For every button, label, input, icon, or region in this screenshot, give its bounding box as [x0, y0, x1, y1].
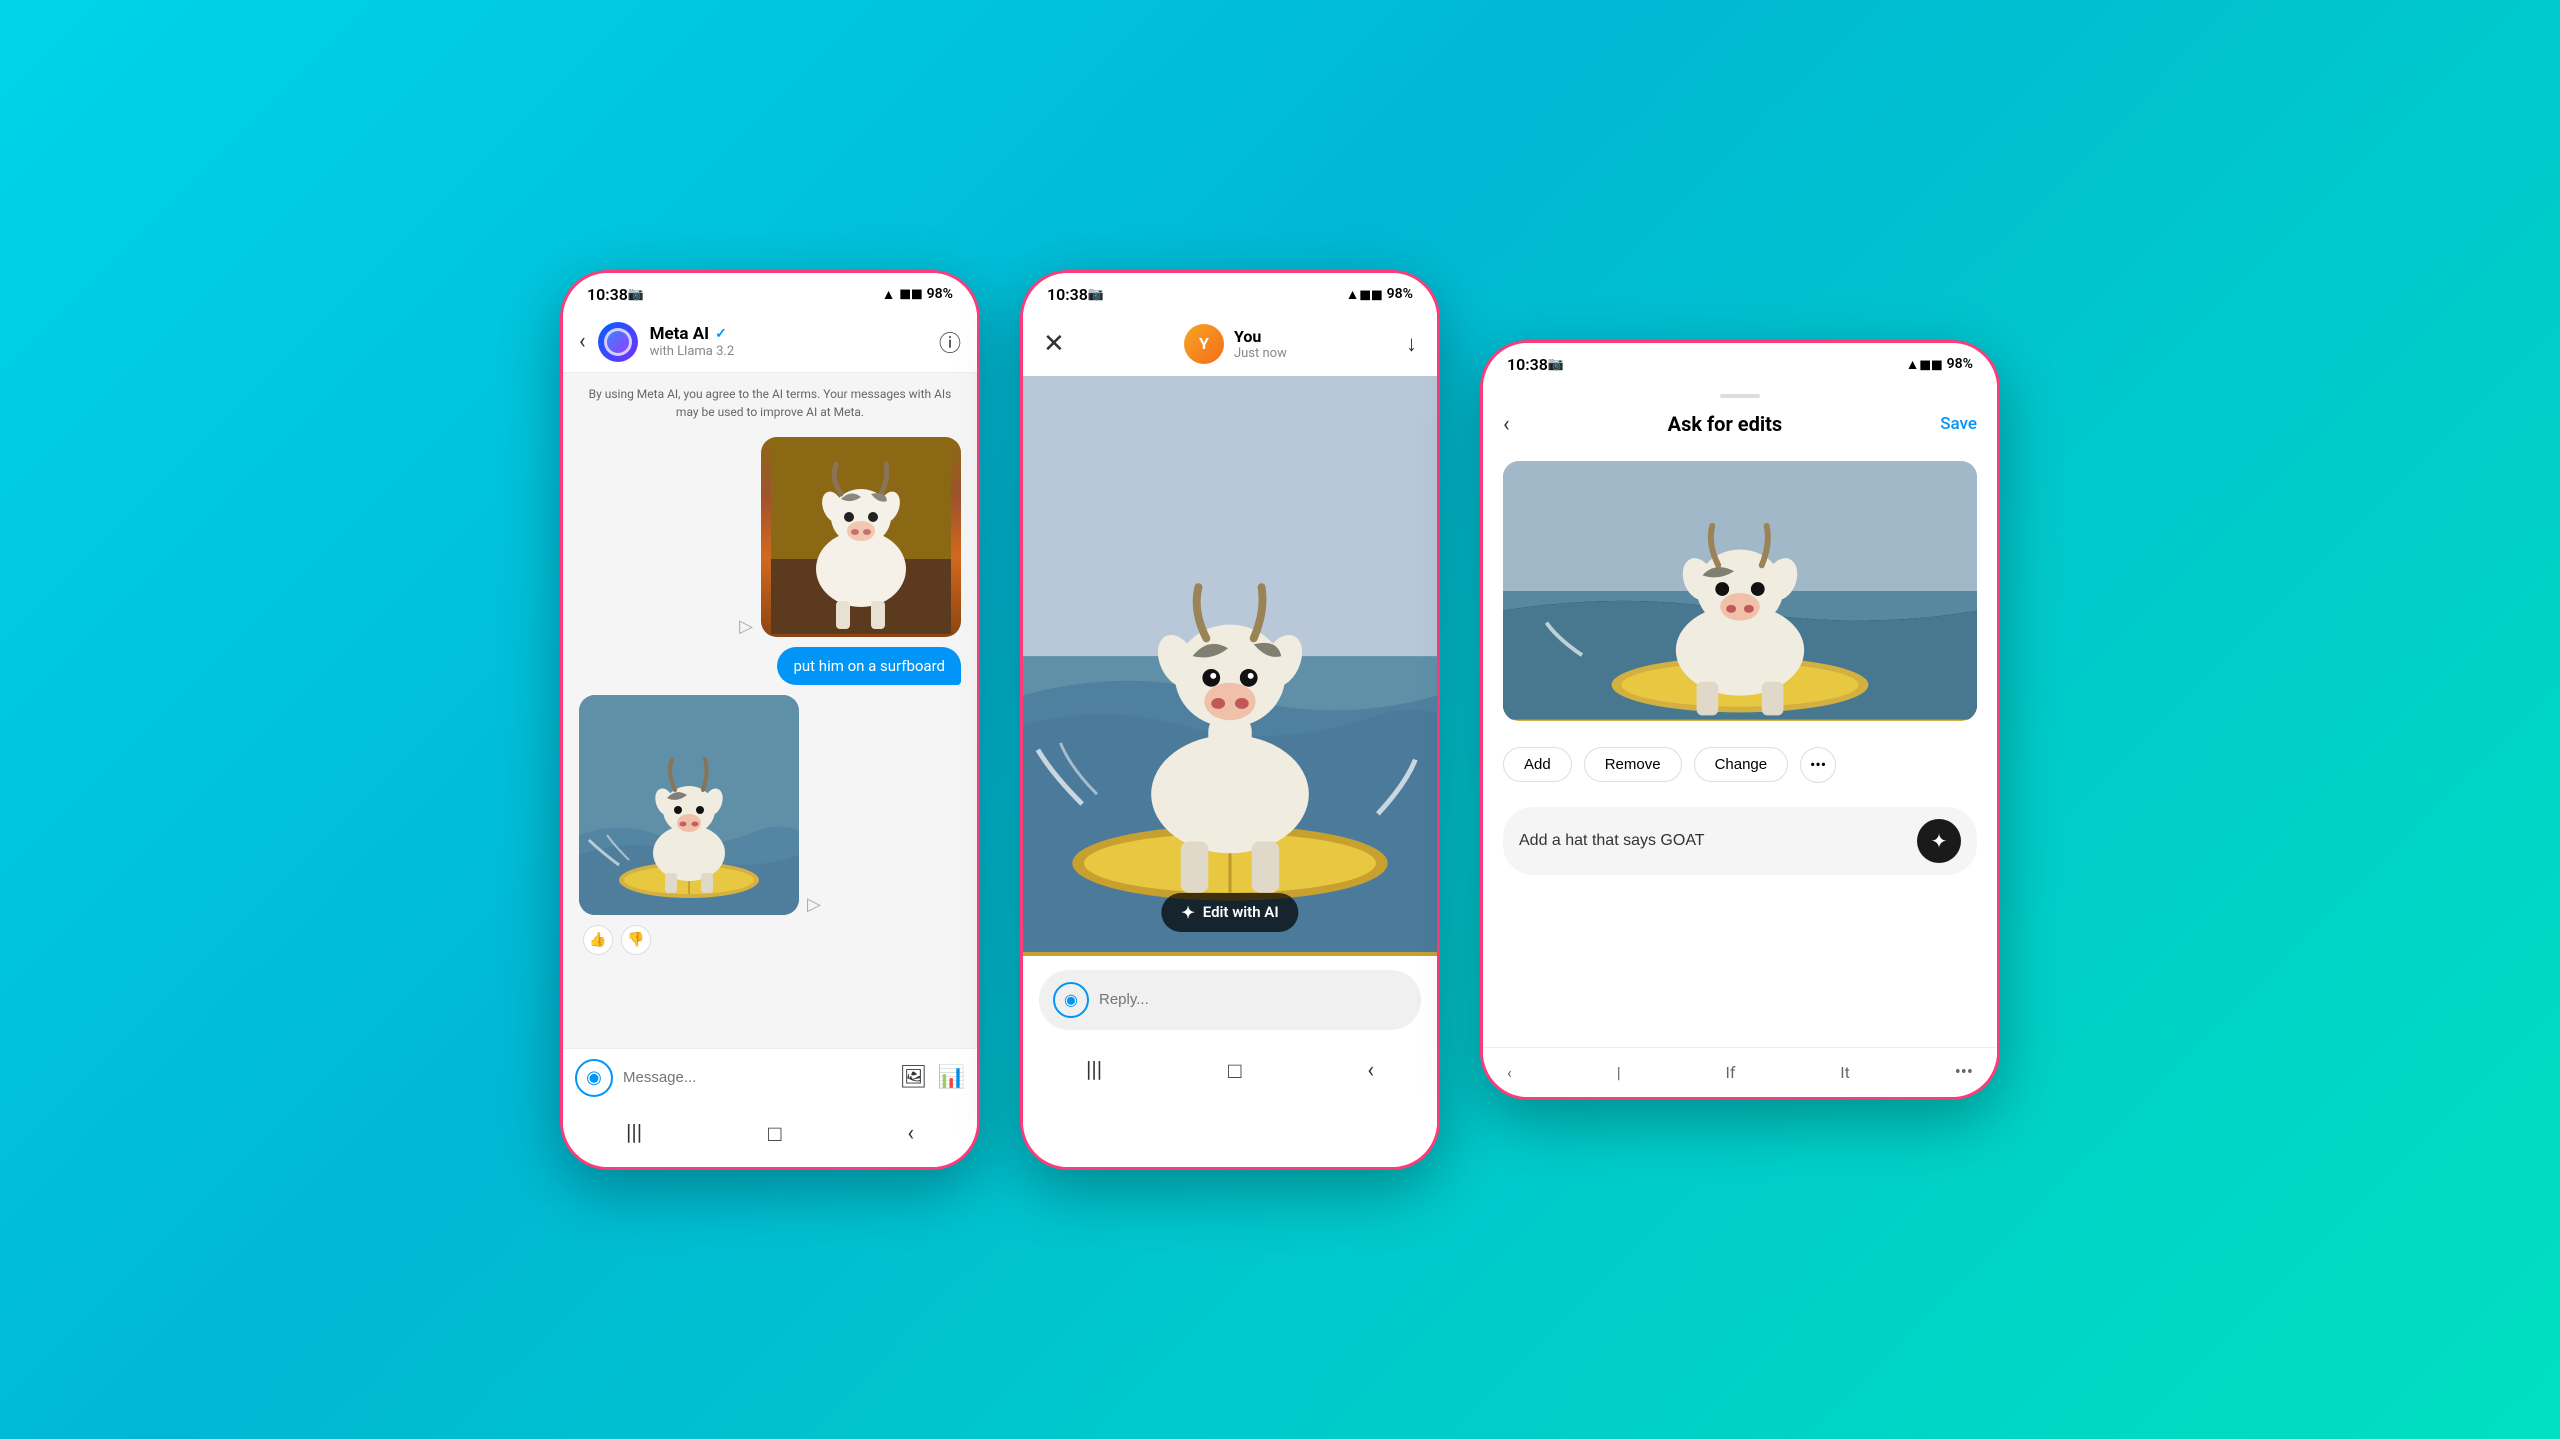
battery-3: 98%: [1947, 356, 1973, 372]
camera-button[interactable]: ◉: [575, 1059, 613, 1097]
status-bar-3: 10:38 📷 ▲◼◼ 98%: [1483, 343, 1997, 382]
edit-ai-icon: ✦: [1181, 903, 1194, 922]
nav-back-button[interactable]: ‹: [907, 1121, 914, 1146]
info-button[interactable]: ⓘ: [939, 326, 961, 358]
nav-menu-button[interactable]: |||: [626, 1121, 642, 1146]
fullview-image: ✦ Edit with AI: [1023, 376, 1437, 956]
signal-icon-2: ▲◼◼: [1346, 286, 1383, 303]
signal-icon-3: ▲◼◼: [1906, 356, 1943, 373]
nav-menu-button-2[interactable]: |||: [1086, 1058, 1102, 1083]
signal-icon-1: ▲: [882, 286, 896, 303]
chat-header: ‹ Meta AI ✓ with Llama 3.2 ⓘ: [563, 312, 977, 373]
surfboard-message-bubble: put him on a surfboard: [777, 647, 961, 685]
kb-cursor-item[interactable]: |: [1617, 1063, 1621, 1082]
battery-1: 98%: [927, 286, 953, 302]
edit-with-ai-button[interactable]: ✦ Edit with AI: [1161, 893, 1298, 932]
outgoing-message-row: put him on a surfboard: [579, 647, 961, 685]
status-bar-2: 10:38 📷 ▲◼◼ 98%: [1023, 273, 1437, 312]
send-ai-button[interactable]: ✦: [1917, 819, 1961, 863]
outgoing-goat-image[interactable]: [761, 437, 961, 637]
status-bar-1: 10:38 📷 ▲ ◼◼ 98%: [563, 273, 977, 312]
edit-input-row: ✦: [1503, 807, 1977, 875]
download-button[interactable]: ↓: [1406, 331, 1417, 357]
message-input[interactable]: [623, 1069, 890, 1086]
fullview-header: ✕ Y You Just now ↓: [1023, 312, 1437, 376]
add-button[interactable]: Add: [1503, 747, 1572, 782]
meta-ai-avatar: [598, 322, 638, 362]
change-button[interactable]: Change: [1694, 747, 1789, 782]
edit-text-input[interactable]: [1519, 832, 1905, 850]
back-button[interactable]: ‹: [579, 329, 586, 354]
time-2: 10:38: [1047, 285, 1088, 304]
reply-input[interactable]: [1099, 991, 1407, 1008]
send-status-icon: ▷: [739, 616, 753, 637]
kb-it-item[interactable]: It: [1840, 1063, 1850, 1082]
nav-bar-2: ||| □ ‹: [1023, 1044, 1437, 1104]
sparkle-icon: ✦: [1931, 829, 1948, 853]
nav-home-button[interactable]: □: [768, 1121, 781, 1147]
reply-camera-button[interactable]: ◉: [1053, 982, 1089, 1018]
chat-name: Meta AI ✓: [650, 324, 927, 344]
close-button[interactable]: ✕: [1043, 329, 1065, 359]
phone-3-frame: 10:38 📷 ▲◼◼ 98% ‹ Ask for edits Save: [1480, 340, 2000, 1100]
incoming-send-icon: ▷: [807, 894, 821, 915]
camera-status-icon: 📷: [628, 287, 644, 302]
outgoing-image-row: ▷: [579, 437, 961, 637]
reply-bar: ◉: [1039, 970, 1421, 1030]
edit-ai-label: Edit with AI: [1203, 903, 1279, 921]
chat-input-bar: ◉ 🖼 📊: [563, 1048, 977, 1107]
thumbs-down-button[interactable]: 👎: [621, 925, 651, 955]
modal-title: Ask for edits: [1668, 412, 1783, 436]
remove-button[interactable]: Remove: [1584, 747, 1682, 782]
kb-more-button[interactable]: •••: [1955, 1062, 1973, 1083]
battery-2: 98%: [1387, 286, 1413, 302]
username: You: [1234, 327, 1287, 346]
chat-notice: By using Meta AI, you agree to the AI te…: [579, 385, 961, 421]
edit-preview-image: [1503, 461, 1977, 721]
verified-icon: ✓: [715, 326, 727, 342]
goat-surf-image-large[interactable]: ✦ Edit with AI: [1023, 376, 1437, 956]
kb-if-item[interactable]: If: [1725, 1063, 1735, 1082]
chat-subtitle: with Llama 3.2: [650, 344, 927, 359]
voice-button[interactable]: 📊: [938, 1065, 965, 1090]
nav-home-button-2[interactable]: □: [1228, 1058, 1241, 1084]
nav-bar-1: ||| □ ‹: [563, 1107, 977, 1167]
modal-save-button[interactable]: Save: [1940, 414, 1977, 434]
phone-2-frame: 10:38 📷 ▲◼◼ 98% ✕ Y You Just now ↓: [1020, 270, 1440, 1170]
modal-back-button[interactable]: ‹: [1503, 412, 1510, 437]
action-buttons-row: Add Remove Change •••: [1483, 731, 1997, 799]
time-1: 10:38: [587, 285, 628, 304]
nav-back-button-2[interactable]: ‹: [1367, 1058, 1374, 1083]
thumbs-up-button[interactable]: 👍: [583, 925, 613, 955]
user-row: Y You Just now: [1184, 324, 1287, 364]
modal-header: ‹ Ask for edits Save: [1483, 398, 1997, 451]
chat-header-info: Meta AI ✓ with Llama 3.2: [650, 324, 927, 359]
user-avatar: Y: [1184, 324, 1224, 364]
more-actions-button[interactable]: •••: [1800, 747, 1836, 783]
camera-status-icon-3: 📷: [1548, 357, 1564, 372]
camera-status-icon-2: 📷: [1088, 287, 1104, 302]
incoming-image-row: ▷: [579, 695, 961, 915]
reaction-bar: 👍 👎: [579, 925, 961, 955]
gallery-button[interactable]: 🖼: [900, 1065, 928, 1090]
time-3: 10:38: [1507, 355, 1548, 374]
incoming-goat-surfboard-image[interactable]: [579, 695, 799, 915]
user-info: You Just now: [1234, 327, 1287, 361]
phone-1-frame: 10:38 📷 ▲ ◼◼ 98% ‹ Meta AI ✓ with Llama …: [560, 270, 980, 1170]
wifi-icon-1: ◼◼: [899, 286, 922, 302]
keyboard-bar: ‹ | If It •••: [1483, 1047, 1997, 1097]
post-time: Just now: [1234, 346, 1287, 361]
edit-image-container: [1503, 461, 1977, 721]
kb-back-button[interactable]: ‹: [1507, 1063, 1512, 1082]
